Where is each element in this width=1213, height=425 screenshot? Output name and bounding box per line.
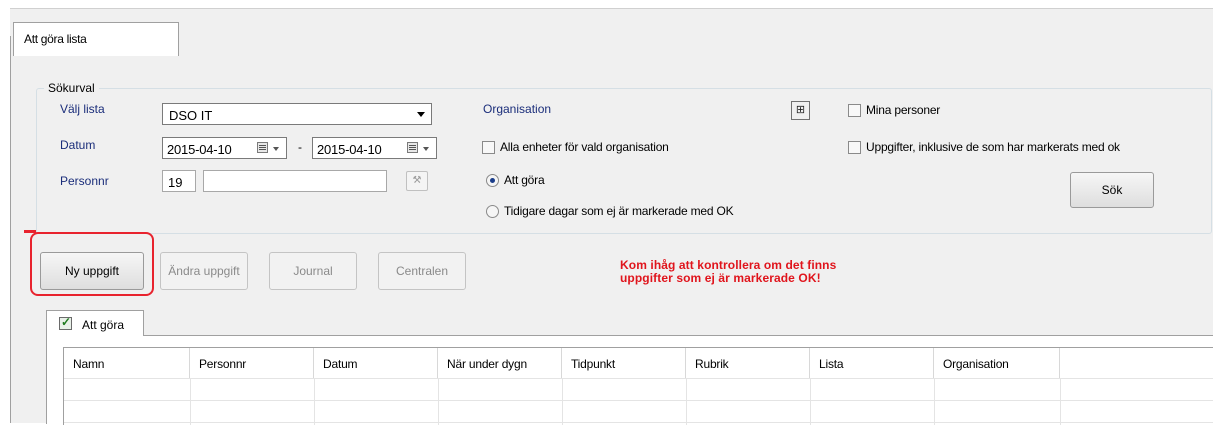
date-to-picker[interactable]: 2015-04-10 [312, 137, 437, 159]
date-label: Datum [60, 138, 96, 152]
my-persons-label: Mina personer [866, 103, 941, 117]
list-select-value: DSO IT [169, 108, 213, 123]
include-ok-label: Uppgifter, inklusive de som har markerat… [866, 140, 1120, 154]
include-ok-checkbox[interactable] [848, 141, 861, 154]
column-header-datum[interactable]: Datum [314, 348, 438, 378]
tab-label: Att göra lista [24, 32, 87, 46]
annotation-highlight [30, 232, 154, 296]
personnr-prefix-field[interactable]: 19 [162, 170, 196, 192]
calendar-icon [407, 142, 418, 153]
column-header-personnr[interactable]: Personnr [190, 348, 314, 378]
list-label: Välj lista [60, 102, 105, 116]
column-header-organisation[interactable]: Organisation [934, 348, 1060, 378]
edit-task-label: Ändra uppgift [168, 264, 240, 278]
column-divider [1060, 378, 1061, 425]
results-tab-label: Att göra [82, 318, 125, 332]
column-divider [190, 378, 191, 425]
all-units-label: Alla enheter för vald organisation [500, 140, 669, 154]
table-row[interactable] [64, 378, 1213, 379]
main-tab-bar [10, 8, 1213, 38]
my-persons-checkbox[interactable] [848, 104, 861, 117]
date-separator: - [298, 140, 302, 154]
journal-label: Journal [293, 264, 333, 278]
tools-icon: ⚒ [412, 175, 422, 186]
column-divider [934, 378, 935, 425]
column-header-namn[interactable]: Namn [64, 348, 190, 378]
date-from-picker[interactable]: 2015-04-10 [162, 137, 287, 159]
chevron-down-icon [273, 147, 279, 151]
radio-earlier-days[interactable] [486, 205, 499, 218]
organisation-label: Organisation [483, 102, 552, 116]
warning-message: Kom ihåg att kontrollera om det finns up… [620, 259, 836, 285]
date-from-value: 2015-04-10 [167, 142, 232, 157]
column-divider [810, 378, 811, 425]
org-chart-button[interactable]: ⊞ [791, 101, 810, 120]
column-header-rubrik[interactable]: Rubrik [686, 348, 810, 378]
personnr-input[interactable] [203, 170, 387, 192]
checkmark-icon [59, 315, 72, 330]
results-panel: Namn Personnr Datum När under dygn Tidpu… [46, 335, 1213, 425]
search-button[interactable]: Sök [1070, 172, 1154, 208]
central-button[interactable]: Centralen [378, 252, 466, 290]
column-header-nar-under-dygn[interactable]: När under dygn [438, 348, 562, 378]
personnr-lookup-button[interactable]: ⚒ [406, 171, 428, 191]
column-divider [438, 378, 439, 425]
search-group-title: Sökurval [44, 81, 99, 95]
radio-todo[interactable] [486, 174, 499, 187]
table-row[interactable] [64, 400, 1213, 401]
org-chart-icon: ⊞ [795, 104, 806, 116]
list-select[interactable]: DSO IT [162, 103, 432, 125]
personnr-prefix-value: 19 [168, 175, 183, 190]
chevron-down-icon [423, 147, 429, 151]
tab-att-gora[interactable]: Att göra [46, 310, 144, 336]
radio-earlier-label: Tidigare dagar som ej är markerade med O… [504, 204, 734, 218]
column-divider [314, 378, 315, 425]
personnr-label: Personnr [60, 174, 109, 188]
column-header-lista[interactable]: Lista [810, 348, 934, 378]
central-label: Centralen [395, 264, 449, 278]
tab-att-gora-lista[interactable]: Att göra lista [13, 22, 179, 56]
calendar-icon [257, 142, 268, 153]
chevron-down-icon [417, 112, 425, 117]
results-table[interactable]: Namn Personnr Datum När under dygn Tidpu… [63, 347, 1213, 425]
search-button-label: Sök [1101, 183, 1123, 197]
all-units-checkbox[interactable] [482, 141, 495, 154]
journal-button[interactable]: Journal [269, 252, 357, 290]
radio-todo-label: Att göra [504, 173, 545, 187]
warning-line-2: uppgifter som ej är markerade OK! [620, 271, 821, 285]
column-divider [562, 378, 563, 425]
column-divider [686, 378, 687, 425]
column-header-tidpunkt[interactable]: Tidpunkt [562, 348, 686, 378]
date-to-value: 2015-04-10 [317, 142, 382, 157]
edit-task-button[interactable]: Ändra uppgift [160, 252, 248, 290]
title-strip [0, 0, 1213, 8]
